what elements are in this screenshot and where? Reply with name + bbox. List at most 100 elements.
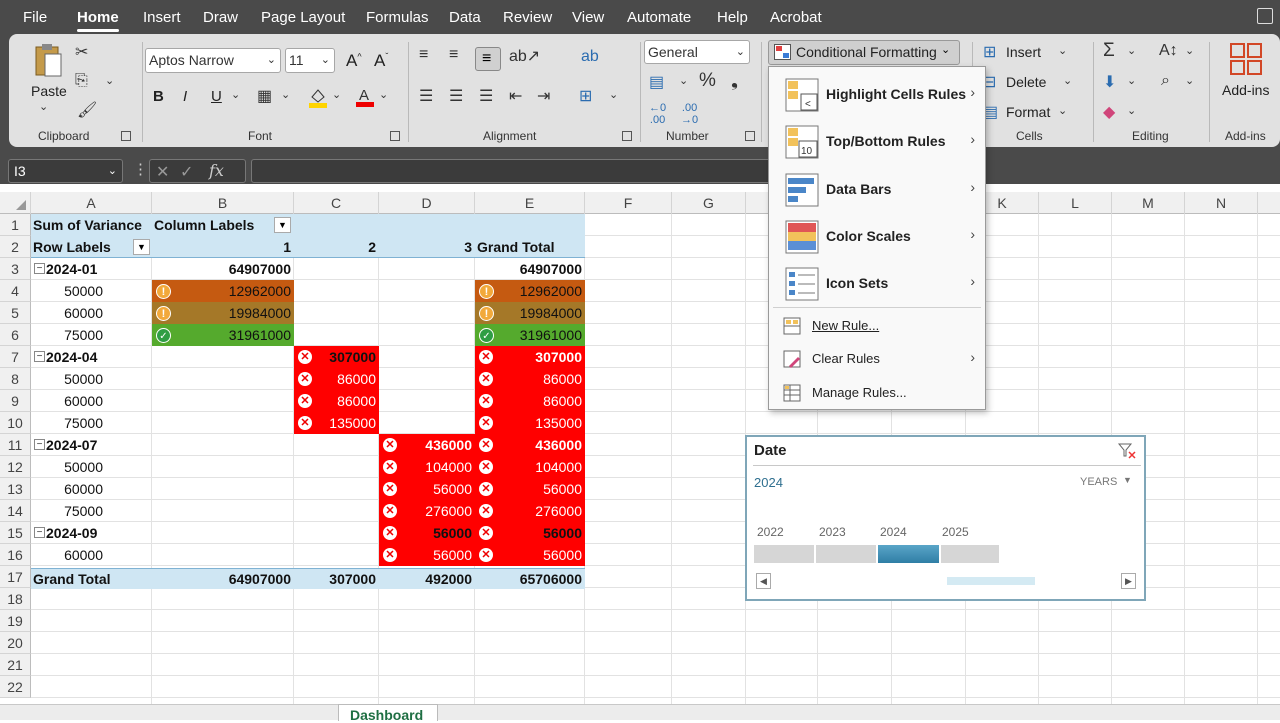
pivot-col-1[interactable]: 1: [152, 236, 294, 258]
pivot-row-label[interactable]: 2024-09: [46, 522, 146, 544]
pivot-sum-label[interactable]: Sum of Variance: [31, 214, 153, 236]
orientation-icon[interactable]: ab↗: [509, 46, 540, 66]
cancel-icon[interactable]: ✕: [156, 162, 169, 182]
row-header[interactable]: 7: [0, 346, 31, 368]
pivot-row-label[interactable]: 60000: [31, 478, 103, 500]
column-header-b[interactable]: B: [152, 192, 294, 214]
pivot-value-cell[interactable]: 64907000: [475, 258, 585, 280]
row-header[interactable]: 3: [0, 258, 31, 280]
clear-eraser-icon[interactable]: ◆: [1103, 102, 1115, 122]
pivot-row-label[interactable]: 60000: [31, 544, 103, 566]
format-cells-label[interactable]: Format: [1006, 104, 1050, 120]
row-header[interactable]: 12: [0, 456, 31, 478]
menu-view[interactable]: View: [572, 9, 604, 26]
menu-color-scales[interactable]: Color Scales ›: [769, 214, 985, 260]
ribbon-display-icon[interactable]: [1257, 8, 1273, 24]
align-top-icon[interactable]: ≡: [419, 46, 428, 64]
autosum-icon[interactable]: Σ: [1103, 40, 1115, 62]
select-all-corner[interactable]: [0, 192, 31, 214]
enter-icon[interactable]: ✓: [180, 162, 193, 182]
pivot-row-labels[interactable]: Row Labels: [31, 236, 131, 258]
row-header[interactable]: 5: [0, 302, 31, 324]
row-header[interactable]: 22: [0, 676, 31, 698]
cut-icon[interactable]: ✂: [75, 42, 88, 62]
pivot-row-label[interactable]: 75000: [31, 412, 103, 434]
fill-down-icon[interactable]: ⬇: [1103, 72, 1116, 92]
date-slicer[interactable]: Date 2024 YEARS ▼ 2022 2023 2024 2025 ◀ …: [745, 435, 1146, 601]
row-header[interactable]: 10: [0, 412, 31, 434]
slicer-level[interactable]: YEARS: [1080, 476, 1117, 488]
copy-icon[interactable]: ⎘: [75, 72, 88, 90]
slicer-timeline-bar[interactable]: [816, 545, 876, 563]
autosum-dropdown-icon[interactable]: ⌄: [1127, 44, 1136, 57]
fill-dropdown-icon[interactable]: ⌄: [332, 88, 341, 101]
menu-home[interactable]: Home: [77, 9, 119, 32]
pivot-value-cell[interactable]: ✕ 276000: [475, 500, 585, 522]
pivot-value-cell[interactable]: ✕ 86000: [294, 390, 379, 412]
pivot-value-cell[interactable]: ✕ 56000: [379, 544, 475, 566]
pivot-row-label[interactable]: 2024-04: [46, 346, 146, 368]
clear-dropdown-icon[interactable]: ⌄: [1127, 104, 1136, 117]
pivot-value-cell[interactable]: ! 19984000: [152, 302, 294, 324]
menu-help[interactable]: Help: [717, 9, 748, 26]
row-header[interactable]: 17: [0, 566, 31, 588]
percent-icon[interactable]: %: [699, 70, 716, 92]
scroll-right-icon[interactable]: ▶: [1121, 573, 1136, 589]
insert-cells-label[interactable]: Insert: [1006, 44, 1041, 60]
pivot-value-cell[interactable]: ✕ 436000: [475, 434, 585, 456]
borders-icon[interactable]: ▦: [257, 86, 272, 106]
collapse-icon[interactable]: −: [34, 439, 45, 450]
row-header[interactable]: 19: [0, 610, 31, 632]
column-header-e[interactable]: E: [475, 192, 585, 214]
formula-input[interactable]: [251, 159, 771, 183]
name-box[interactable]: I3 ⌄: [8, 159, 123, 183]
pivot-value-cell[interactable]: ✕ 276000: [379, 500, 475, 522]
collapse-icon[interactable]: −: [34, 263, 45, 274]
sheet-tab-dashboard[interactable]: Dashboard: [338, 704, 438, 723]
font-name-box[interactable]: Aptos Narrow ⌄: [145, 48, 281, 73]
sort-dropdown-icon[interactable]: ⌄: [1185, 44, 1194, 57]
format-painter-icon[interactable]: 🖌: [77, 100, 97, 120]
pivot-value-cell[interactable]: ✕ 56000: [475, 522, 585, 544]
borders-dropdown-icon[interactable]: ⌄: [281, 88, 290, 101]
increase-indent-icon[interactable]: ⇥: [537, 86, 550, 106]
find-select-icon[interactable]: ⌕: [1161, 72, 1170, 90]
pivot-value-cell[interactable]: ✕ 135000: [294, 412, 379, 434]
pivot-row-label[interactable]: 2024-07: [46, 434, 146, 456]
collapse-icon[interactable]: −: [34, 351, 45, 362]
pivot-value-cell[interactable]: ✕ 56000: [475, 478, 585, 500]
pivot-column-labels[interactable]: Column Labels: [152, 214, 272, 236]
pivot-row-label[interactable]: 60000: [31, 302, 103, 324]
menu-acrobat[interactable]: Acrobat: [770, 9, 822, 26]
menu-review[interactable]: Review: [503, 9, 552, 26]
pivot-value-cell[interactable]: ✕ 135000: [475, 412, 585, 434]
pivot-value-cell[interactable]: ✓ 31961000: [152, 324, 294, 346]
menu-clear-rules[interactable]: Clear Rules ›: [769, 344, 985, 374]
increase-font-size-icon[interactable]: A^: [346, 51, 362, 71]
pivot-col-2[interactable]: 2: [294, 236, 379, 258]
font-launcher-icon[interactable]: [390, 131, 400, 141]
row-header[interactable]: 21: [0, 654, 31, 676]
scroll-left-icon[interactable]: ◀: [756, 573, 771, 589]
column-header-c[interactable]: C: [294, 192, 379, 214]
insert-function-icon[interactable]: fx: [209, 161, 224, 180]
pivot-value-cell[interactable]: 64907000: [152, 258, 294, 280]
row-header[interactable]: 4: [0, 280, 31, 302]
row-header[interactable]: 8: [0, 368, 31, 390]
pivot-row-label[interactable]: 50000: [31, 456, 103, 478]
column-header-f[interactable]: F: [585, 192, 672, 214]
row-header[interactable]: 11: [0, 434, 31, 456]
menu-formulas[interactable]: Formulas: [366, 9, 429, 26]
pivot-value-cell[interactable]: ! 12962000: [152, 280, 294, 302]
pivot-value-cell[interactable]: ✕ 56000: [379, 478, 475, 500]
menu-manage-rules[interactable]: Manage Rules...: [769, 378, 985, 408]
wrap-text-icon[interactable]: ab: [581, 48, 599, 66]
merge-dropdown-icon[interactable]: ⌄: [609, 88, 618, 101]
merge-center-icon[interactable]: ⊞: [579, 86, 592, 106]
menu-data-bars[interactable]: Data Bars ›: [769, 167, 985, 213]
menu-data[interactable]: Data: [449, 9, 481, 26]
menu-draw[interactable]: Draw: [203, 9, 238, 26]
delete-dropdown-icon[interactable]: ⌄: [1063, 74, 1072, 87]
pivot-value-cell[interactable]: ✕ 104000: [475, 456, 585, 478]
pivot-value-cell[interactable]: ✕ 86000: [475, 368, 585, 390]
